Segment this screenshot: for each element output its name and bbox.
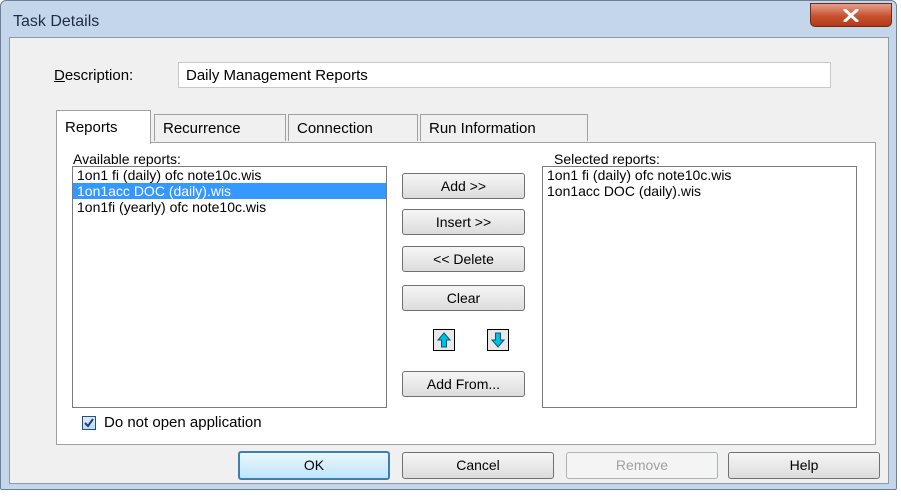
selected-report-item[interactable]: 1on1 fi (daily) ofc note10c.wis: [543, 167, 856, 183]
available-reports-list[interactable]: 1on1 fi (daily) ofc note10c.wis 1on1acc …: [72, 166, 387, 408]
tab-connection[interactable]: Connection: [288, 114, 418, 141]
task-details-window: Task Details Description: Daily Manageme…: [0, 0, 897, 490]
clear-button[interactable]: Clear: [402, 285, 525, 311]
do-not-open-application-label: Do not open application: [104, 414, 262, 431]
tab-run-information[interactable]: Run Information: [420, 114, 588, 141]
add-from-button[interactable]: Add From...: [402, 371, 525, 397]
tab-reports[interactable]: Reports: [56, 110, 151, 144]
add-button[interactable]: Add >>: [402, 173, 525, 199]
remove-button[interactable]: Remove: [566, 452, 718, 479]
help-button[interactable]: Help: [728, 452, 880, 479]
selected-report-item[interactable]: 1on1acc DOC (daily).wis: [543, 183, 856, 199]
available-report-item[interactable]: 1on1fi (yearly) ofc note10c.wis: [73, 199, 386, 215]
move-up-button[interactable]: [433, 329, 455, 351]
available-reports-label: Available reports:: [73, 151, 181, 167]
do-not-open-application-checkbox[interactable]: [82, 416, 96, 430]
available-report-item-selected[interactable]: 1on1acc DOC (daily).wis: [73, 183, 386, 199]
title-bar[interactable]: Task Details: [1, 1, 896, 37]
close-button[interactable]: [810, 3, 892, 27]
selected-reports-label: Selected reports:: [554, 151, 660, 167]
arrow-up-icon: [437, 332, 451, 348]
available-report-item[interactable]: 1on1 fi (daily) ofc note10c.wis: [73, 167, 386, 183]
selected-reports-list[interactable]: 1on1 fi (daily) ofc note10c.wis 1on1acc …: [542, 166, 857, 408]
description-label: Description:: [54, 67, 134, 84]
insert-button[interactable]: Insert >>: [402, 209, 525, 235]
dialog-body: Description: Daily Management Reports Re…: [9, 37, 889, 484]
close-icon: [843, 9, 859, 22]
checkmark-icon: [84, 418, 94, 428]
delete-button[interactable]: << Delete: [402, 246, 525, 272]
ok-button[interactable]: OK: [238, 451, 390, 480]
window-title: Task Details: [13, 13, 100, 30]
cancel-button[interactable]: Cancel: [402, 452, 554, 479]
tab-recurrence[interactable]: Recurrence: [154, 114, 286, 141]
description-input[interactable]: Daily Management Reports: [178, 62, 831, 88]
move-down-button[interactable]: [487, 329, 509, 351]
description-label-text: escription:: [64, 67, 134, 84]
arrow-down-icon: [491, 332, 505, 348]
